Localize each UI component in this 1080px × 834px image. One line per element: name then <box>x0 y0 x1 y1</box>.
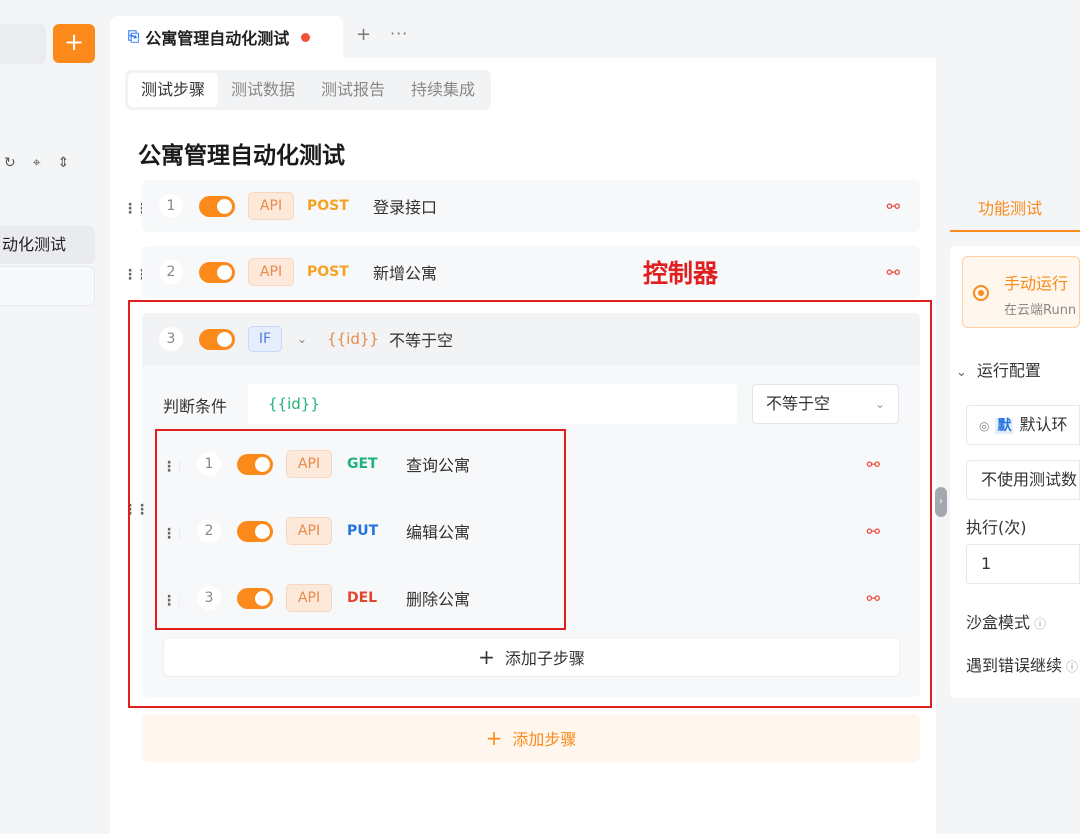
add-step-button[interactable]: + 添加步骤 <box>142 714 920 762</box>
add-step-label: 添加步骤 <box>512 730 577 749</box>
manual-run-radio[interactable] <box>973 285 989 301</box>
sandbox-label: 沙盒模式 <box>966 613 1031 632</box>
http-method: POST <box>307 198 349 214</box>
panel-collapse-handle[interactable]: › <box>935 487 947 517</box>
tab-test-report[interactable]: 测试报告 <box>308 73 398 107</box>
controller-annotation: 控制器 <box>643 259 719 288</box>
manual-run-title: 手动运行 <box>1004 274 1069 293</box>
test-data-select[interactable]: 不使用测试数 <box>966 460 1080 500</box>
environment-select[interactable]: ◎ 默默认环 <box>966 405 1080 445</box>
tab-test-data[interactable]: 测试数据 <box>218 73 308 107</box>
unsaved-dot-icon <box>301 32 311 42</box>
step-type-badge: API <box>248 192 294 220</box>
expand-collapse-icon[interactable]: ⇕ <box>58 155 70 171</box>
test-case-icon: ⎘ <box>128 29 140 45</box>
sidebar-search[interactable] <box>0 24 46 64</box>
plus-icon: + <box>485 726 503 750</box>
locate-icon[interactable]: ⌖ <box>33 155 41 171</box>
sidebar <box>0 0 110 834</box>
environment-label: 默认环 <box>1019 415 1068 434</box>
step-number: 2 <box>159 260 183 284</box>
refresh-icon[interactable]: ↻ <box>4 155 16 171</box>
environment-badge: 默 <box>995 418 1014 434</box>
help-icon[interactable]: ⓘ <box>1066 660 1078 674</box>
tab-functional-test[interactable]: 功能测试 <box>950 180 1080 232</box>
run-config-header[interactable]: ⌄ 运行配置 <box>956 357 1041 381</box>
run-config-label: 运行配置 <box>976 361 1041 380</box>
tab-test-steps[interactable]: 测试步骤 <box>128 73 219 107</box>
step-type-badge: API <box>248 258 294 286</box>
add-button[interactable]: + <box>53 24 95 63</box>
http-method: POST <box>307 264 349 280</box>
page-title: 公寓管理自动化测试 <box>138 143 345 169</box>
tab-test-case[interactable]: ⎘ 公寓管理自动化测试 <box>110 16 343 58</box>
manual-run-subtitle: 在云端Runn <box>1004 303 1077 318</box>
step-enable-toggle[interactable] <box>199 195 235 217</box>
new-tab-button[interactable]: + <box>356 24 371 45</box>
subtab-bar: 测试步骤 测试数据 测试报告 持续集成 <box>125 70 492 110</box>
tab-title: 公寓管理自动化测试 <box>145 29 290 48</box>
children-highlight-box <box>155 429 566 630</box>
step-number: 1 <box>159 194 183 218</box>
step-name: 新增公寓 <box>373 264 438 283</box>
sidebar-toolbar: ↻ ⌖ ⇕ <box>4 155 69 171</box>
chevron-down-icon: ⌄ <box>956 365 967 380</box>
sidebar-item-test[interactable]: 动化测试 <box>0 226 95 264</box>
help-icon[interactable]: ⓘ <box>1034 617 1046 631</box>
environment-icon: ◎ <box>979 419 990 433</box>
exec-count-label: 执行(次) <box>966 518 1027 537</box>
continue-on-error: 遇到错误继续 ⓘ <box>966 652 1078 676</box>
step-enable-toggle[interactable] <box>199 261 235 283</box>
step-row[interactable]: 1 API POST 登录接口 ⚯ <box>142 180 920 232</box>
step-row[interactable]: 2 API POST 新增公寓 ⚯ <box>142 246 920 298</box>
sidebar-item-empty[interactable] <box>0 266 95 306</box>
more-tabs-button[interactable]: ··· <box>390 24 408 43</box>
step-name: 登录接口 <box>373 198 438 217</box>
continue-label: 遇到错误继续 <box>966 656 1063 675</box>
unlink-icon[interactable]: ⚯ <box>887 197 900 216</box>
exec-count-input[interactable]: 1 <box>966 544 1080 584</box>
tab-ci[interactable]: 持续集成 <box>398 73 488 107</box>
unlink-icon[interactable]: ⚯ <box>887 263 900 282</box>
sandbox-mode: 沙盒模式 ⓘ <box>966 609 1046 633</box>
